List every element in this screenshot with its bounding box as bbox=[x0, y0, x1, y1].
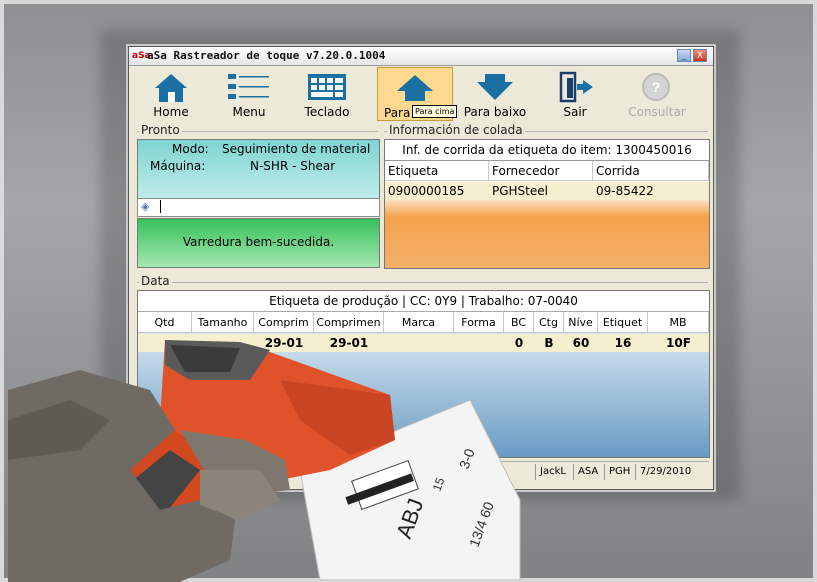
scanner-hand-photo: ABJ 3-0 13/4 60 15 bbox=[8, 340, 521, 582]
